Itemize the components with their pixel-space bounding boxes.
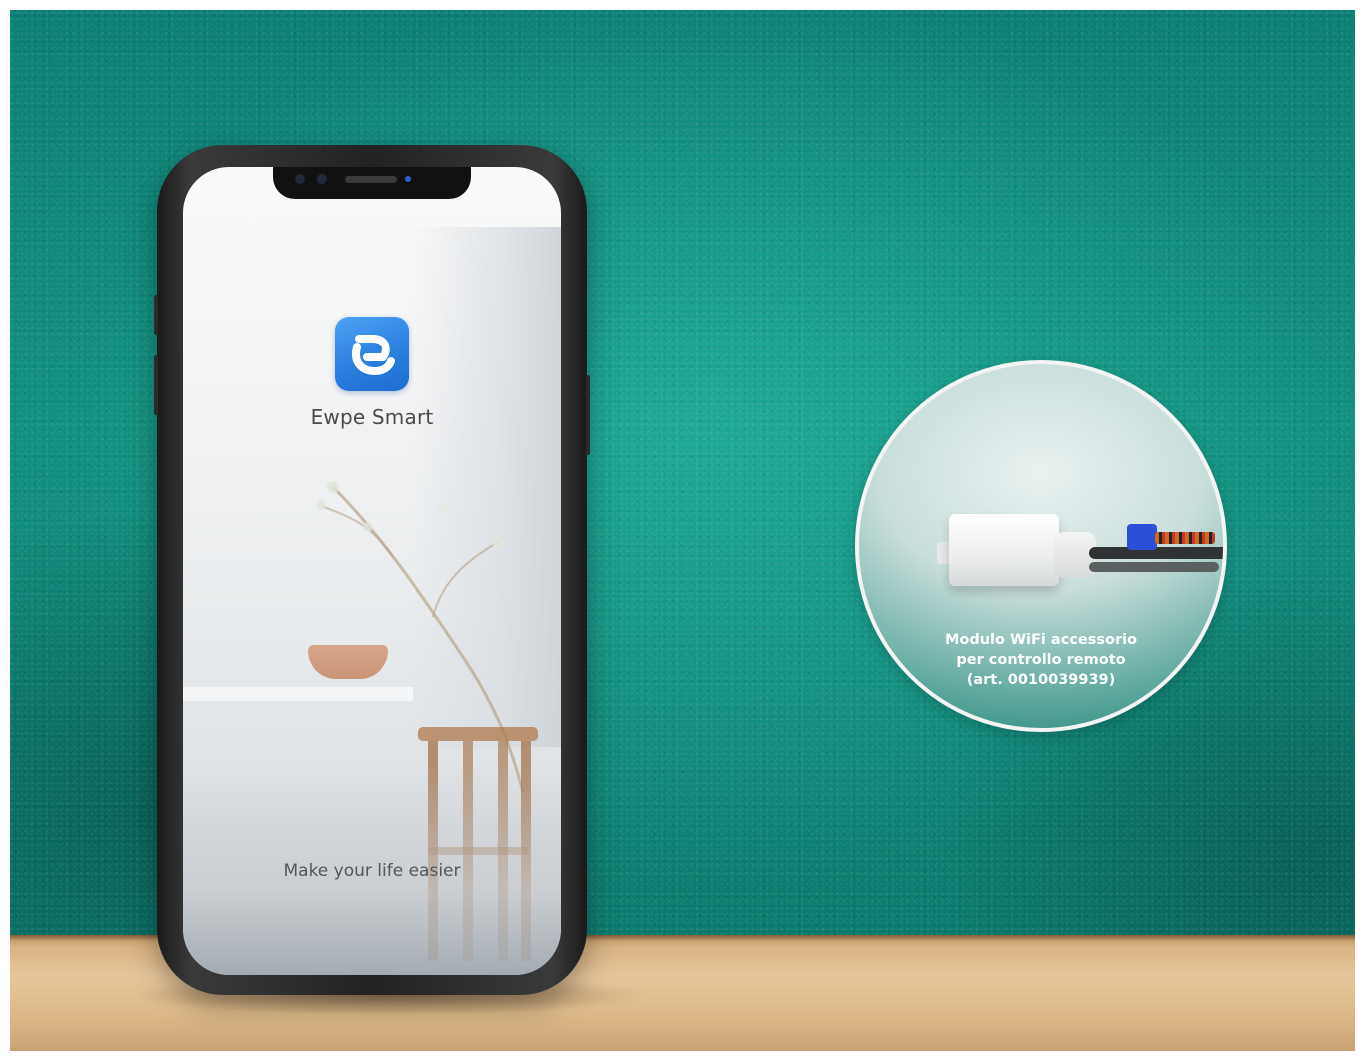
phone-notch [273, 167, 471, 199]
wifi-module-inset: Modulo WiFi accessorio per controllo rem… [855, 360, 1227, 732]
caption-line-1: Modulo WiFi accessorio [944, 632, 1138, 648]
module-cable [1089, 547, 1223, 559]
app-tagline: Make your life easier [283, 861, 461, 881]
earpiece-speaker [345, 176, 397, 183]
phone-side-button [154, 295, 158, 335]
front-camera-icon [295, 174, 305, 184]
colored-wires [1155, 532, 1215, 544]
photo-frame: Ewpe Smart Make your life easier Modulo … [10, 10, 1355, 1051]
phone-power-button [586, 375, 590, 455]
blue-connector [1127, 524, 1157, 550]
phone-screen: Ewpe Smart Make your life easier [183, 167, 561, 975]
app-name-label: Ewpe Smart [310, 405, 434, 429]
inset-caption: Modulo WiFi accessorio per controllo rem… [859, 630, 1223, 690]
wifi-module-box [949, 514, 1059, 586]
ewpe-smart-app-icon[interactable] [335, 317, 409, 391]
smartphone: Ewpe Smart Make your life easier [154, 145, 590, 995]
phone-volume-button [154, 355, 158, 415]
front-sensor-icon [317, 174, 327, 184]
module-cable-secondary [1089, 562, 1219, 572]
caption-line-3: (art. 0010039939) [966, 672, 1116, 688]
caption-line-2: per controllo remoto [956, 652, 1126, 668]
proximity-sensor-icon [405, 176, 411, 182]
